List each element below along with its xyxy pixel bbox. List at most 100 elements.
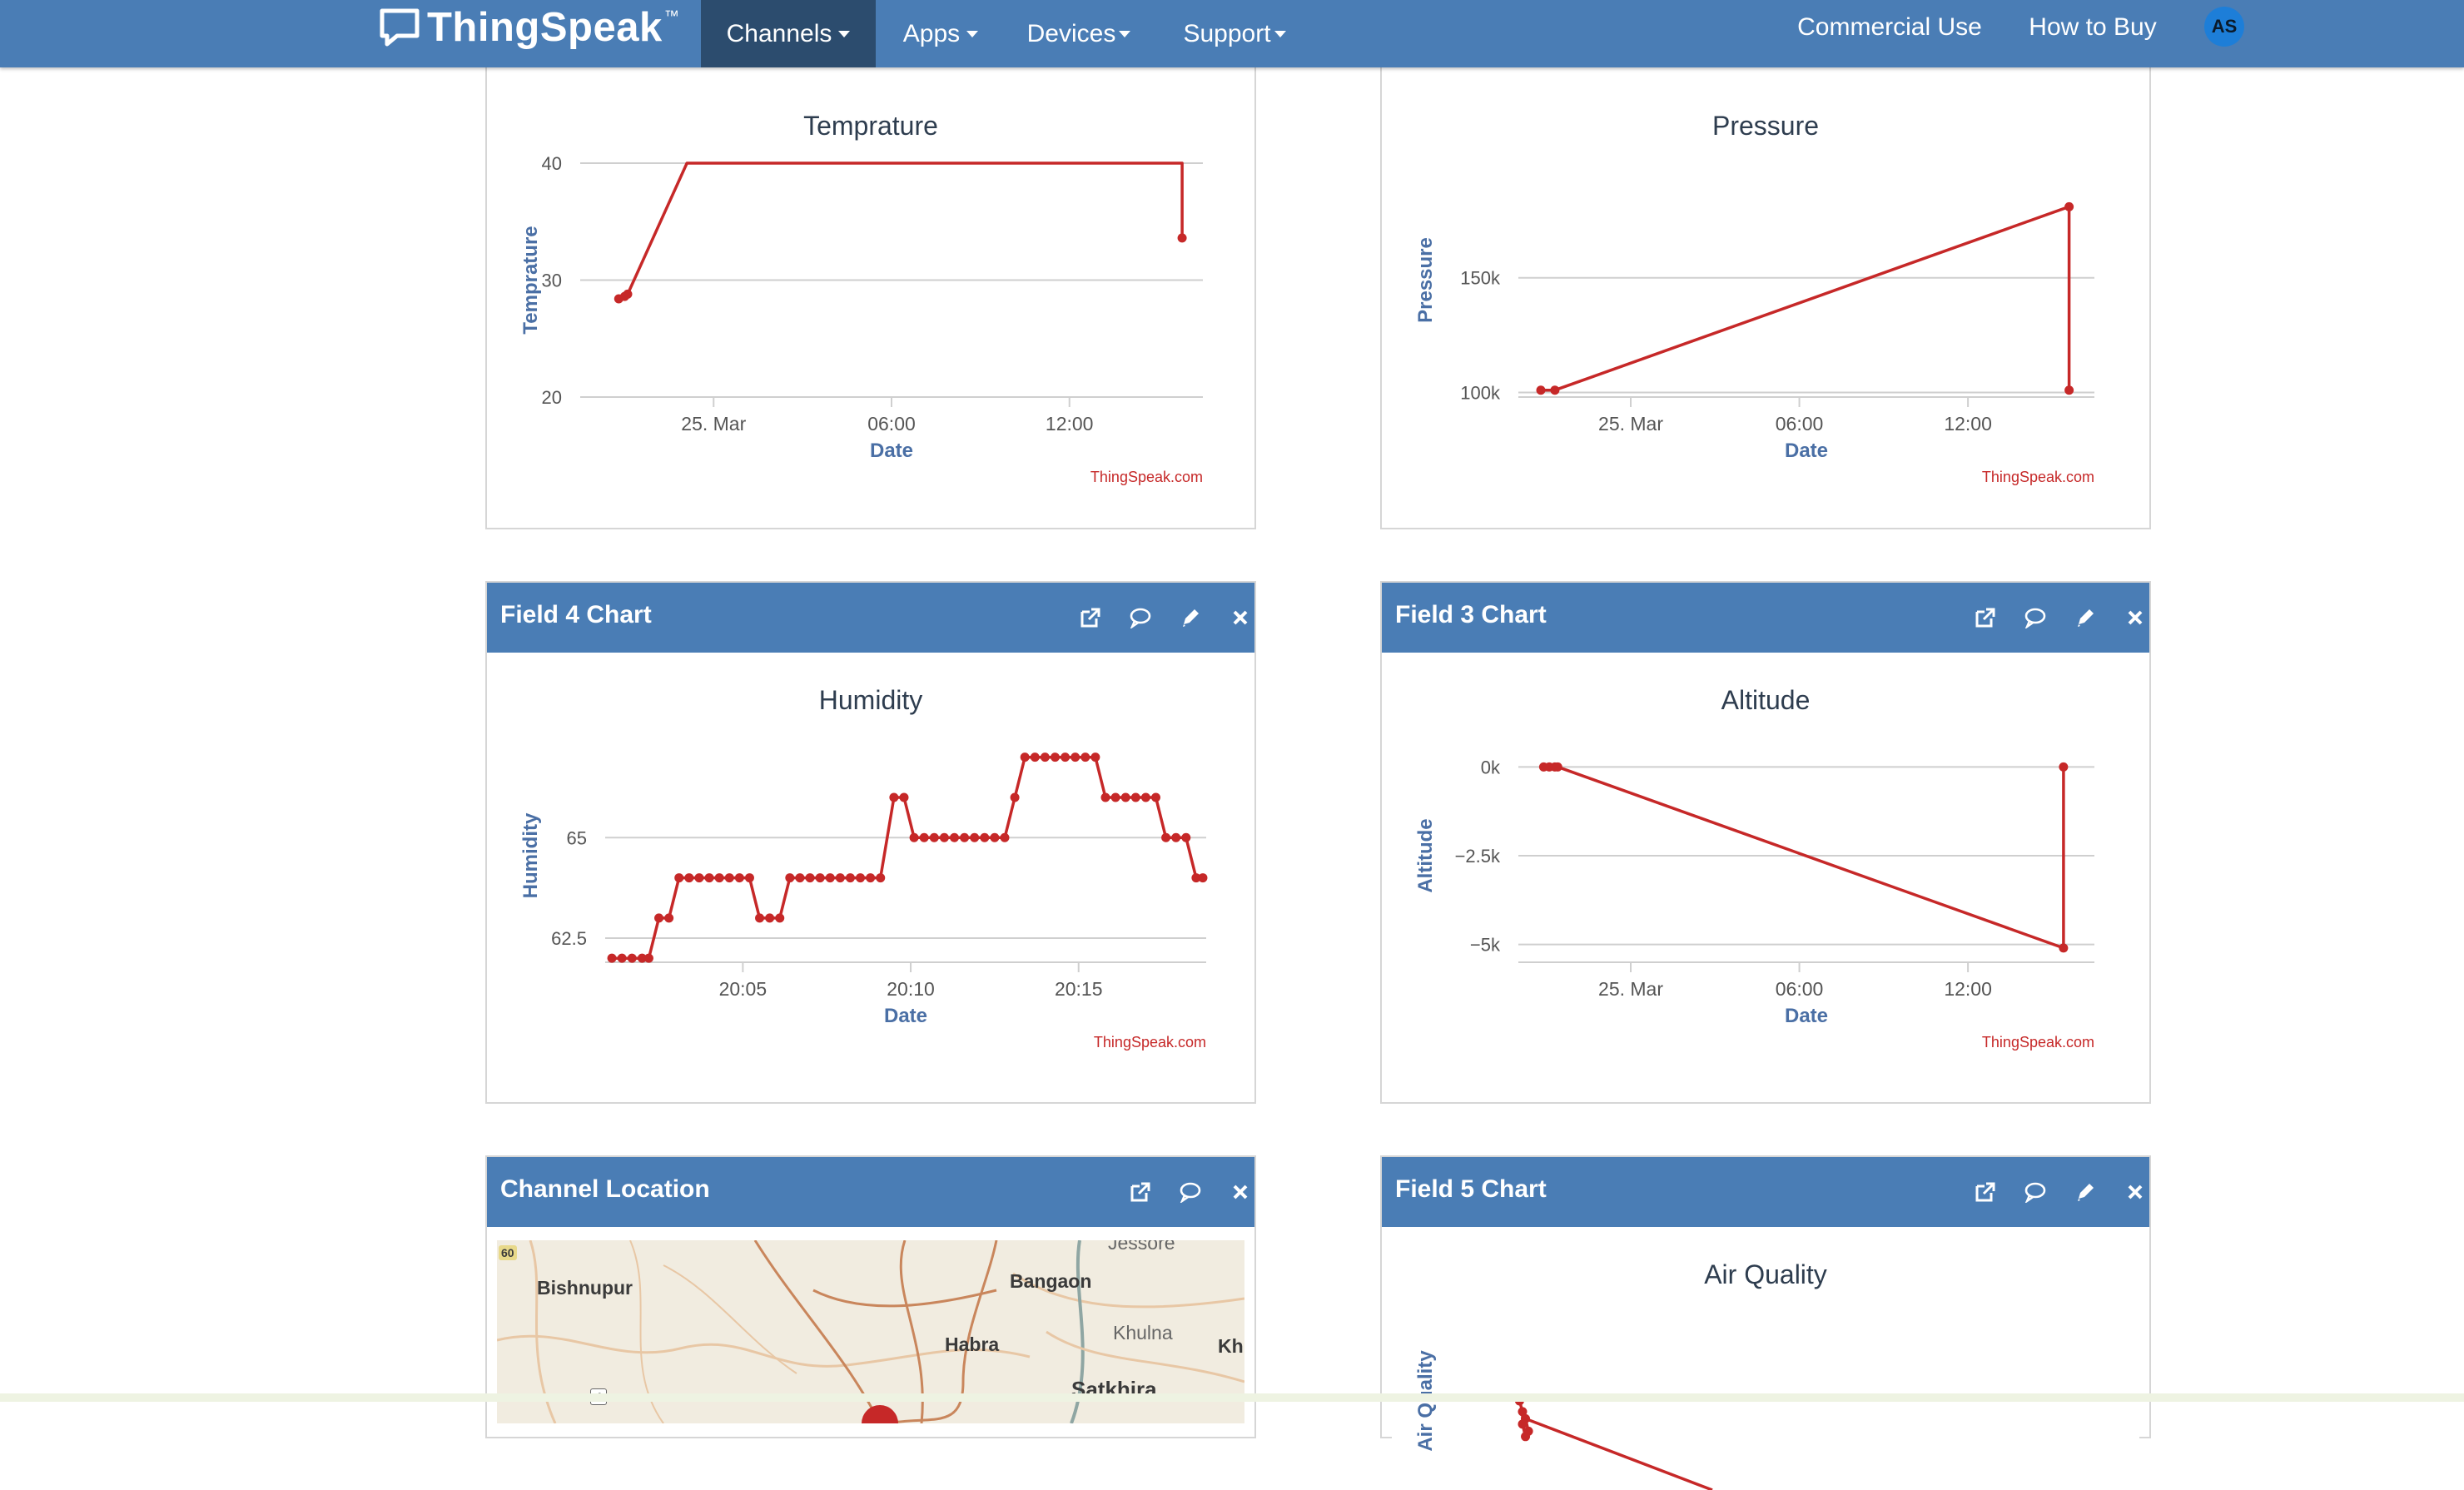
data-point — [623, 289, 633, 299]
data-point — [775, 913, 785, 923]
x-tick-label: 20:05 — [719, 978, 768, 1000]
chart-svg-airquality: Air QualityAir Quality — [1414, 1259, 1827, 1490]
close-icon[interactable] — [1215, 1157, 1265, 1227]
comment-icon[interactable] — [1115, 583, 1165, 653]
data-point — [1140, 792, 1150, 802]
nav-how-to-buy[interactable]: How to Buy — [2018, 0, 2168, 55]
panel-field-4-chart: Field 4 Chart Humidity 62.5 65 20:05 20:10 20… — [485, 581, 1256, 1104]
data-point — [1010, 792, 1020, 802]
data-point — [929, 832, 939, 842]
chart-container-altitude: Altitude 0k −2.5k −5k 25. Mar 06:00 12:00 Date A… — [1392, 666, 2139, 1097]
panel-toolbar — [1115, 1157, 1265, 1227]
brand-name: ThingSpeak — [427, 5, 663, 50]
chart-title: Pressure — [1712, 111, 1819, 141]
caret-down-icon — [1119, 30, 1131, 37]
chart-title: Air Quality — [1704, 1259, 1827, 1289]
chart-title: Temprature — [803, 111, 938, 141]
series-line — [1541, 205, 2071, 392]
comment-icon[interactable] — [2010, 1157, 2060, 1227]
data-point — [835, 873, 845, 883]
y-tick-label: −2.5k — [1455, 846, 1501, 867]
pencil-icon[interactable] — [2060, 1157, 2110, 1227]
panel-header: Field 5 Chart — [1382, 1157, 2149, 1227]
chart-pressure: Pressure 100k 150k 25. Mar 06:00 12:00 Date Pre… — [1392, 92, 2139, 523]
y-tick-label: 20 — [542, 387, 562, 408]
data-point — [2064, 201, 2074, 211]
data-point — [704, 873, 714, 883]
user-avatar[interactable]: AS — [2204, 7, 2244, 47]
data-point — [990, 832, 1000, 842]
external-link-icon[interactable] — [1960, 583, 2010, 653]
brand-logo[interactable]: ThingSpeak ™ — [379, 0, 679, 55]
data-point — [919, 832, 929, 842]
nav-support-menu[interactable]: Support — [1172, 0, 1297, 67]
chart-humidity: Humidity 62.5 65 20:05 20:10 20:15 Date Humidit… — [497, 666, 1244, 1097]
thingspeak-credit: ThingSpeak.com — [1982, 469, 2094, 485]
series-line — [1543, 765, 2065, 950]
x-axis-label: Date — [870, 440, 913, 462]
x-tick-label: 12:00 — [1944, 413, 1992, 435]
data-point — [607, 953, 617, 963]
panel-temperature: Temprature 20 30 40 25. Mar 06:00 12:00 Date Tem… — [485, 50, 1256, 529]
top-navbar: ThingSpeak ™ Channels Apps Devices Suppor… — [0, 0, 2464, 67]
chart-airquality: Air QualityAir Quality — [1392, 1240, 2139, 1490]
data-point — [1523, 1426, 1533, 1436]
y-axis-label: Temprature — [519, 226, 542, 334]
panel-toolbar — [1960, 583, 2160, 653]
x-tick-label: 06:00 — [1776, 978, 1824, 1000]
map-label-bangaon: Bangaon — [1010, 1270, 1092, 1292]
x-tick-label: 25. Mar — [1598, 978, 1663, 1000]
x-tick-label: 06:00 — [1776, 413, 1824, 435]
data-point — [1181, 832, 1191, 842]
data-point — [805, 873, 815, 883]
data-point — [845, 873, 855, 883]
panel-header: Field 3 Chart — [1382, 583, 2149, 653]
series-line — [618, 161, 1184, 300]
pencil-icon[interactable] — [2060, 583, 2110, 653]
nav-apps-label: Apps — [902, 19, 961, 47]
data-point — [643, 953, 653, 963]
data-point — [1171, 832, 1181, 842]
data-point — [856, 873, 866, 883]
map-highway-shield: 60 — [499, 1245, 517, 1260]
map-label-jessore: Jessore — [1108, 1240, 1175, 1254]
data-point — [1090, 752, 1100, 762]
data-point — [664, 913, 674, 923]
nav-how-to-buy-label: How to Buy — [2029, 13, 2157, 41]
caret-down-icon — [1274, 30, 1286, 37]
nav-channels-menu[interactable]: Channels — [701, 0, 876, 67]
close-icon[interactable] — [2110, 583, 2160, 653]
y-tick-label: 62.5 — [551, 928, 587, 949]
data-point — [1161, 832, 1171, 842]
data-point — [1536, 385, 1546, 395]
panel-title: Channel Location — [500, 1175, 710, 1203]
panel-title: Field 5 Chart — [1395, 1175, 1547, 1203]
map-label-khu: Khu — [1218, 1335, 1244, 1357]
chart-temperature: Temprature 20 30 40 25. Mar 06:00 12:00 Date Tem… — [497, 92, 1244, 523]
y-tick-label: 100k — [1460, 382, 1501, 403]
chart-container-temperature: Temprature 20 30 40 25. Mar 06:00 12:00 Date Tem… — [497, 92, 1244, 523]
map-label-khulna: Khulna — [1113, 1322, 1173, 1343]
panel-field-3-chart: Field 3 Chart Altitude 0k −2.5k −5k 25. Mar 0… — [1380, 581, 2151, 1104]
chart-container-pressure: Pressure 100k 150k 25. Mar 06:00 12:00 Date Pre… — [1392, 92, 2139, 523]
nav-devices-menu[interactable]: Devices — [1016, 0, 1142, 67]
close-icon[interactable] — [1215, 583, 1265, 653]
nav-commercial-use[interactable]: Commercial Use — [1790, 0, 1990, 55]
data-point — [1177, 233, 1187, 243]
data-point — [795, 873, 805, 883]
pencil-icon[interactable] — [1165, 583, 1215, 653]
y-tick-label: −5k — [1470, 935, 1501, 956]
data-point — [2064, 385, 2074, 395]
data-point — [627, 953, 637, 963]
close-icon[interactable] — [2110, 1157, 2160, 1227]
external-link-icon[interactable] — [1115, 1157, 1165, 1227]
data-point — [1071, 752, 1080, 762]
nav-apps-menu[interactable]: Apps — [887, 0, 994, 67]
data-point — [785, 873, 795, 883]
comment-icon[interactable] — [2010, 583, 2060, 653]
data-point — [1080, 752, 1090, 762]
external-link-icon[interactable] — [1066, 583, 1115, 653]
comment-icon[interactable] — [1165, 1157, 1215, 1227]
external-link-icon[interactable] — [1960, 1157, 2010, 1227]
x-axis-label: Date — [884, 1005, 927, 1027]
